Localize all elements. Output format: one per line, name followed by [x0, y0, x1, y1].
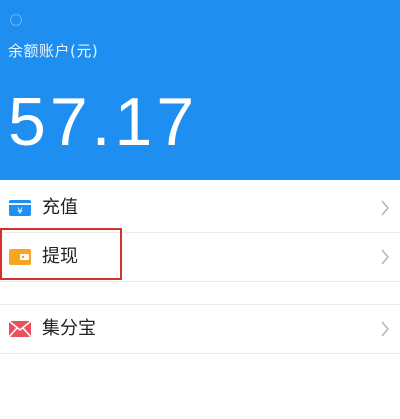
chevron-right-icon	[381, 321, 389, 337]
withdraw-highlight-box	[0, 228, 122, 280]
chevron-right-icon	[381, 249, 389, 265]
balance-label: 余额账户(元)	[8, 42, 99, 60]
menu-item-jifenbao[interactable]: 集分宝	[0, 305, 400, 354]
svg-text:¥: ¥	[17, 207, 23, 217]
status-icon	[10, 14, 22, 26]
chevron-right-icon	[381, 200, 389, 216]
yuan-card-icon: ¥	[9, 200, 31, 217]
menu-item-label: 充值	[42, 197, 78, 218]
balance-page: 余额账户(元) 57.17 ¥ 充值 提现 集分宝	[0, 0, 400, 419]
menu-item-label: 集分宝	[42, 318, 96, 339]
menu-item-recharge[interactable]: ¥ 充值	[0, 184, 400, 233]
balance-amount: 57.17	[8, 84, 199, 160]
jifenbao-icon	[8, 320, 32, 338]
balance-header: 余额账户(元) 57.17	[0, 0, 400, 180]
section-divider	[0, 282, 400, 305]
